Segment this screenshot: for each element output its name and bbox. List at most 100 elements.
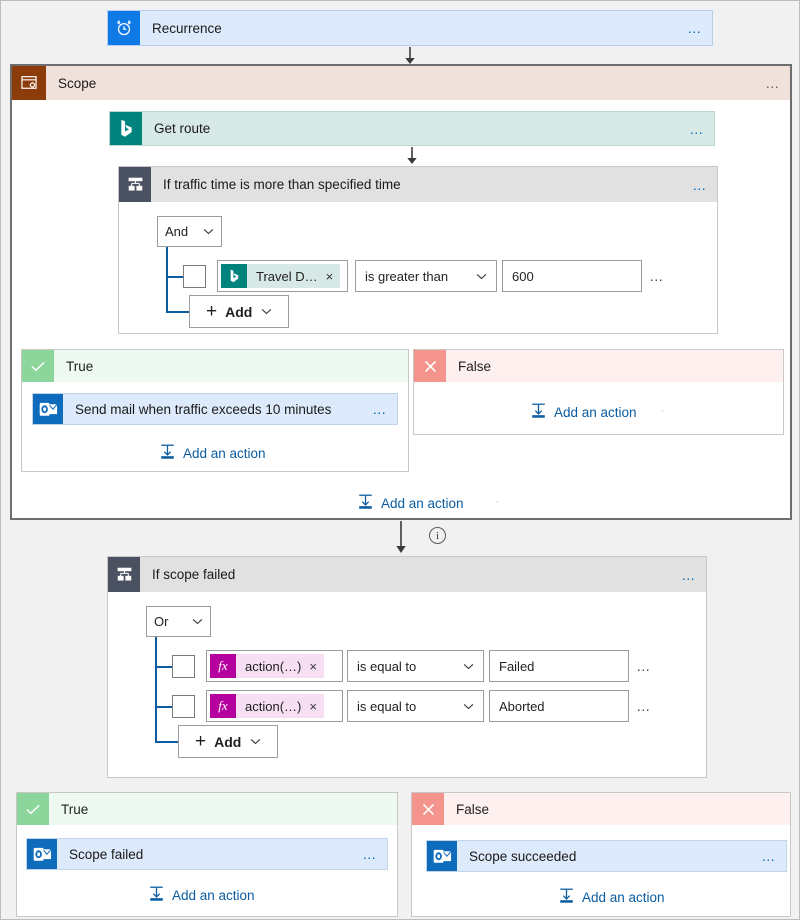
traffic-false-branch-label: False bbox=[446, 350, 783, 382]
traffic-condition-title: If traffic time is more than specified t… bbox=[163, 177, 401, 192]
send-mail-menu-button[interactable]: … bbox=[363, 394, 397, 424]
scope-failed-true-branch: True Scope failed … Add an action bbox=[16, 792, 398, 917]
send-mail-action-card[interactable]: Send mail when traffic exceeds 10 minute… bbox=[32, 393, 398, 425]
scope-failed-condition-menu-button[interactable]: … bbox=[672, 557, 706, 592]
scope-succeeded-false-add-action-label: Add an action bbox=[582, 889, 665, 905]
recurrence-trigger-card[interactable]: Recurrence … bbox=[107, 10, 713, 46]
scope-failed-value-input-2[interactable]: Aborted bbox=[489, 690, 629, 722]
chevron-down-icon bbox=[476, 273, 487, 279]
connector-arrow-scope-to-condition bbox=[393, 521, 409, 558]
scope-failed-condition-row: fx action(…) × is equal to Failed … bbox=[172, 650, 659, 682]
expression-token-2[interactable]: fx action(…) × bbox=[210, 694, 324, 718]
scope-succeeded-mail-title: Scope succeeded bbox=[469, 848, 577, 864]
chevron-down-icon bbox=[192, 618, 203, 625]
scope-failed-token-field-1[interactable]: fx action(…) × bbox=[206, 650, 343, 682]
scope-icon bbox=[12, 66, 46, 100]
scope-succeeded-mail-menu-button[interactable]: … bbox=[752, 841, 786, 871]
traffic-false-branch-header: False bbox=[414, 350, 783, 382]
expression-token-remove-icon-2[interactable]: × bbox=[307, 699, 317, 714]
plus-icon: + bbox=[195, 730, 207, 752]
traffic-add-condition-button[interactable]: + Add bbox=[189, 295, 290, 328]
scope-failed-true-add-action[interactable]: Add an action bbox=[148, 885, 255, 905]
scope-menu-button[interactable]: … bbox=[756, 66, 790, 100]
scope-succeeded-false-branch-header: False bbox=[412, 793, 790, 825]
condition-tree-branch bbox=[155, 706, 172, 708]
scope-add-action[interactable]: Add an action bbox=[357, 493, 464, 513]
travel-duration-token-remove-icon[interactable]: × bbox=[324, 269, 334, 284]
send-mail-title: Send mail when traffic exceeds 10 minute… bbox=[75, 401, 332, 417]
scope-failed-operator-dropdown-1[interactable]: is equal to bbox=[347, 650, 484, 682]
traffic-condition-box: If traffic time is more than specified t… bbox=[118, 166, 718, 334]
scope-succeeded-mail-card[interactable]: Scope succeeded … bbox=[426, 840, 787, 872]
condition-tree-line bbox=[166, 247, 168, 312]
traffic-row-menu-button[interactable]: … bbox=[642, 268, 672, 284]
condition-icon bbox=[108, 557, 140, 592]
insert-action-icon bbox=[558, 887, 575, 907]
traffic-true-branch: True Send mail when traffic exceeds 10 m… bbox=[21, 349, 409, 472]
traffic-logic-operator-dropdown[interactable]: And bbox=[157, 216, 222, 247]
chevron-down-icon bbox=[463, 663, 474, 669]
expression-fx-icon: fx bbox=[210, 694, 236, 718]
info-icon[interactable]: i bbox=[429, 527, 446, 544]
chevron-down-icon bbox=[262, 308, 272, 315]
expression-token-label-2: action(…) bbox=[245, 698, 302, 714]
traffic-true-add-action-label: Add an action bbox=[183, 445, 266, 461]
scope-failed-row-menu-button-1[interactable]: … bbox=[629, 658, 659, 674]
travel-duration-token[interactable]: Travel D… × bbox=[221, 264, 341, 288]
scope-title: Scope bbox=[58, 75, 97, 91]
get-route-menu-button[interactable]: … bbox=[680, 112, 714, 145]
scope-failed-true-add-action-label: Add an action bbox=[172, 887, 255, 903]
recurrence-menu-button[interactable]: … bbox=[678, 11, 712, 45]
traffic-true-branch-header: True bbox=[22, 350, 408, 382]
scope-failed-condition-header[interactable]: If scope failed … bbox=[108, 557, 706, 592]
connector-arrow-getroute-to-condition bbox=[404, 147, 420, 168]
scope-failed-token-field-2[interactable]: fx action(…) × bbox=[206, 690, 343, 722]
expression-token-remove-icon-1[interactable]: × bbox=[307, 659, 317, 674]
traffic-false-add-action[interactable]: Add an action bbox=[530, 402, 637, 422]
traffic-operator-label: is greater than bbox=[365, 268, 449, 284]
scope-spacer-dot: · bbox=[495, 496, 499, 508]
traffic-operator-dropdown[interactable]: is greater than bbox=[355, 260, 497, 292]
scope-header[interactable]: Scope … bbox=[12, 66, 790, 100]
expression-token-1[interactable]: fx action(…) × bbox=[210, 654, 324, 678]
traffic-value-input[interactable]: 600 bbox=[502, 260, 642, 292]
scope-failed-operator-dropdown-2[interactable]: is equal to bbox=[347, 690, 484, 722]
scope-failed-mail-menu-button[interactable]: … bbox=[353, 839, 387, 869]
get-route-action-card[interactable]: Get route … bbox=[109, 111, 715, 146]
traffic-token-field[interactable]: Travel D… × bbox=[217, 260, 348, 292]
alarm-clock-icon bbox=[108, 11, 140, 45]
scope-failed-condition-body: Or fx action(…) × is equal to Failed … f… bbox=[108, 592, 706, 758]
checkmark-icon bbox=[22, 350, 54, 382]
scope-failed-mail-title: Scope failed bbox=[69, 846, 144, 862]
traffic-true-add-action[interactable]: Add an action bbox=[159, 443, 266, 463]
expression-token-label-1: action(…) bbox=[245, 658, 302, 674]
scope-failed-value-input-1[interactable]: Failed bbox=[489, 650, 629, 682]
scope-failed-row-menu-button-2[interactable]: … bbox=[629, 698, 659, 714]
scope-failed-logic-operator-dropdown[interactable]: Or bbox=[146, 606, 211, 637]
chevron-down-icon bbox=[463, 703, 474, 709]
scope-failed-add-condition-button[interactable]: + Add bbox=[178, 725, 279, 758]
travel-duration-token-label: Travel D… bbox=[256, 268, 318, 284]
traffic-false-add-action-label: Add an action bbox=[554, 404, 637, 420]
traffic-condition-menu-button[interactable]: … bbox=[683, 167, 717, 202]
condition-tree-line bbox=[155, 637, 157, 742]
traffic-condition-header[interactable]: If traffic time is more than specified t… bbox=[119, 167, 717, 202]
scope-failed-operator-label-1: is equal to bbox=[357, 658, 417, 674]
traffic-row-checkbox[interactable] bbox=[183, 264, 206, 288]
get-route-title: Get route bbox=[154, 121, 211, 136]
scope-failed-row-checkbox-2[interactable] bbox=[172, 694, 195, 718]
bing-maps-icon bbox=[221, 264, 247, 288]
workflow-canvas: Recurrence … Scope … Get route … If traf… bbox=[0, 0, 800, 920]
condition-tree-branch-add bbox=[166, 311, 191, 313]
traffic-condition-body: And Travel D… × is greater than 600 … + … bbox=[119, 202, 717, 328]
checkmark-icon bbox=[17, 793, 49, 825]
scope-succeeded-false-add-action[interactable]: Add an action bbox=[558, 887, 665, 907]
insert-action-icon bbox=[530, 402, 547, 422]
insert-action-icon bbox=[357, 493, 374, 513]
scope-failed-row-checkbox-1[interactable] bbox=[172, 654, 195, 678]
condition-tree-branch-add bbox=[155, 741, 180, 743]
scope-failed-true-branch-label: True bbox=[49, 793, 397, 825]
insert-action-icon bbox=[159, 443, 176, 463]
scope-failed-mail-card[interactable]: Scope failed … bbox=[26, 838, 388, 870]
scope-failed-condition-box: If scope failed … Or fx action(…) × is e… bbox=[107, 556, 707, 778]
